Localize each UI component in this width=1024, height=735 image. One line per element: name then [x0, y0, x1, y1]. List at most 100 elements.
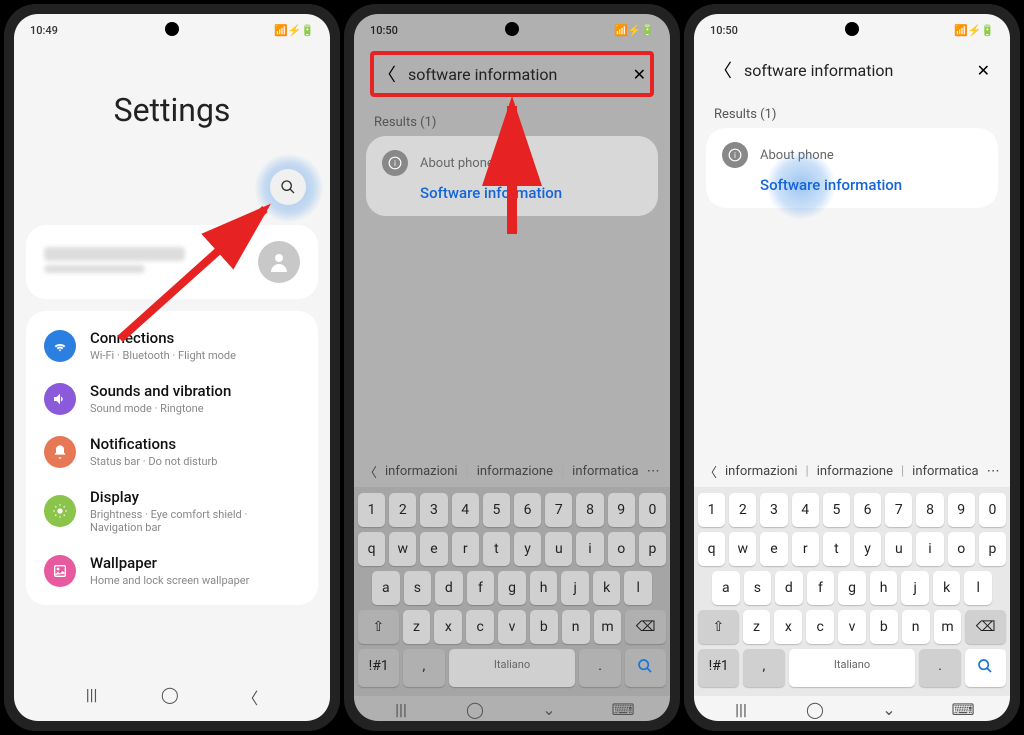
letter-key[interactable]: 6: [514, 493, 541, 527]
symbols-key[interactable]: !#1: [698, 649, 739, 687]
space-key[interactable]: Italiano: [789, 649, 916, 687]
letter-key[interactable]: 2: [389, 493, 416, 527]
letter-key[interactable]: j: [561, 571, 589, 605]
letter-key[interactable]: a: [372, 571, 400, 605]
letter-key[interactable]: t: [823, 532, 850, 566]
letter-key[interactable]: q: [358, 532, 385, 566]
letter-key[interactable]: p: [639, 532, 666, 566]
letter-key[interactable]: k: [933, 571, 961, 605]
suggestion-word[interactable]: informazioni: [385, 464, 458, 479]
letter-key[interactable]: 3: [420, 493, 447, 527]
keyboard-hide-icon[interactable]: ⌄: [877, 700, 901, 719]
letter-key[interactable]: b: [530, 610, 558, 644]
keyboard-switch-icon[interactable]: ⌨: [611, 700, 635, 719]
letter-key[interactable]: 3: [760, 493, 787, 527]
back-icon[interactable]: 〈: [378, 61, 396, 87]
letter-key[interactable]: s: [404, 571, 432, 605]
suggestion-word[interactable]: informazioni: [725, 464, 798, 479]
nav-home[interactable]: ◯: [803, 700, 827, 719]
backspace-key[interactable]: ⌫: [965, 610, 1006, 644]
letter-key[interactable]: d: [435, 571, 463, 605]
letter-key[interactable]: n: [902, 610, 930, 644]
letter-key[interactable]: l: [964, 571, 992, 605]
back-icon[interactable]: 〈: [714, 57, 732, 83]
letter-key[interactable]: i: [916, 532, 943, 566]
period-key[interactable]: .: [919, 649, 960, 687]
suggest-more-icon[interactable]: ⋯: [987, 464, 1000, 479]
search-input[interactable]: [744, 61, 965, 80]
letter-key[interactable]: r: [452, 532, 479, 566]
letter-key[interactable]: m: [934, 610, 962, 644]
letter-key[interactable]: g: [838, 571, 866, 605]
letter-key[interactable]: 7: [885, 493, 912, 527]
shift-key[interactable]: ⇧: [698, 610, 739, 644]
letter-key[interactable]: y: [514, 532, 541, 566]
letter-key[interactable]: e: [760, 532, 787, 566]
suggestion-word[interactable]: informazione: [817, 464, 893, 479]
backspace-key[interactable]: ⌫: [625, 610, 666, 644]
letter-key[interactable]: 4: [792, 493, 819, 527]
search-button[interactable]: [270, 169, 306, 205]
letter-key[interactable]: h: [870, 571, 898, 605]
letter-key[interactable]: s: [744, 571, 772, 605]
letter-key[interactable]: 2: [729, 493, 756, 527]
setting-wallpaper[interactable]: WallpaperHome and lock screen wallpaper: [44, 544, 300, 597]
suggestion-word[interactable]: informazione: [477, 464, 553, 479]
nav-recent[interactable]: |||: [389, 700, 413, 719]
letter-key[interactable]: y: [854, 532, 881, 566]
suggestion-word[interactable]: informatica: [912, 464, 978, 479]
nav-recent[interactable]: |||: [729, 700, 753, 719]
letter-key[interactable]: i: [576, 532, 603, 566]
letter-key[interactable]: 9: [608, 493, 635, 527]
letter-key[interactable]: v: [498, 610, 526, 644]
shift-key[interactable]: ⇧: [358, 610, 399, 644]
nav-home[interactable]: ◯: [161, 685, 179, 709]
letter-key[interactable]: 8: [576, 493, 603, 527]
suggestion-word[interactable]: informatica: [572, 464, 638, 479]
letter-key[interactable]: 0: [979, 493, 1006, 527]
setting-sounds[interactable]: Sounds and vibrationSound mode · Rington…: [44, 372, 300, 425]
letter-key[interactable]: o: [948, 532, 975, 566]
letter-key[interactable]: w: [729, 532, 756, 566]
letter-key[interactable]: m: [594, 610, 622, 644]
letter-key[interactable]: f: [807, 571, 835, 605]
letter-key[interactable]: c: [806, 610, 834, 644]
suggest-collapse-icon[interactable]: 〈: [364, 462, 377, 481]
letter-key[interactable]: 6: [854, 493, 881, 527]
letter-key[interactable]: 5: [823, 493, 850, 527]
result-link[interactable]: Software information: [382, 184, 642, 202]
letter-key[interactable]: b: [870, 610, 898, 644]
letter-key[interactable]: v: [838, 610, 866, 644]
letter-key[interactable]: x: [774, 610, 802, 644]
letter-key[interactable]: f: [467, 571, 495, 605]
letter-key[interactable]: x: [434, 610, 462, 644]
clear-icon[interactable]: ✕: [977, 61, 990, 80]
letter-key[interactable]: g: [498, 571, 526, 605]
nav-back[interactable]: 〈: [242, 685, 258, 709]
search-key[interactable]: [625, 649, 666, 687]
comma-key[interactable]: ,: [403, 649, 444, 687]
setting-connections[interactable]: ConnectionsWi-Fi · Bluetooth · Flight mo…: [44, 319, 300, 372]
letter-key[interactable]: 1: [698, 493, 725, 527]
letter-key[interactable]: t: [483, 532, 510, 566]
letter-key[interactable]: r: [792, 532, 819, 566]
space-key[interactable]: Italiano: [449, 649, 576, 687]
letter-key[interactable]: 9: [948, 493, 975, 527]
letter-key[interactable]: e: [420, 532, 447, 566]
letter-key[interactable]: w: [389, 532, 416, 566]
setting-display[interactable]: DisplayBrightness · Eye comfort shield ·…: [44, 478, 300, 544]
letter-key[interactable]: 4: [452, 493, 479, 527]
letter-key[interactable]: u: [545, 532, 572, 566]
profile-card[interactable]: [26, 225, 318, 299]
letter-key[interactable]: u: [885, 532, 912, 566]
letter-key[interactable]: d: [775, 571, 803, 605]
keyboard-switch-icon[interactable]: ⌨: [951, 700, 975, 719]
clear-icon[interactable]: ✕: [633, 65, 646, 84]
letter-key[interactable]: p: [979, 532, 1006, 566]
letter-key[interactable]: 0: [639, 493, 666, 527]
comma-key[interactable]: ,: [743, 649, 784, 687]
letter-key[interactable]: h: [530, 571, 558, 605]
letter-key[interactable]: z: [403, 610, 431, 644]
result-link[interactable]: Software information: [722, 176, 982, 194]
letter-key[interactable]: 8: [916, 493, 943, 527]
